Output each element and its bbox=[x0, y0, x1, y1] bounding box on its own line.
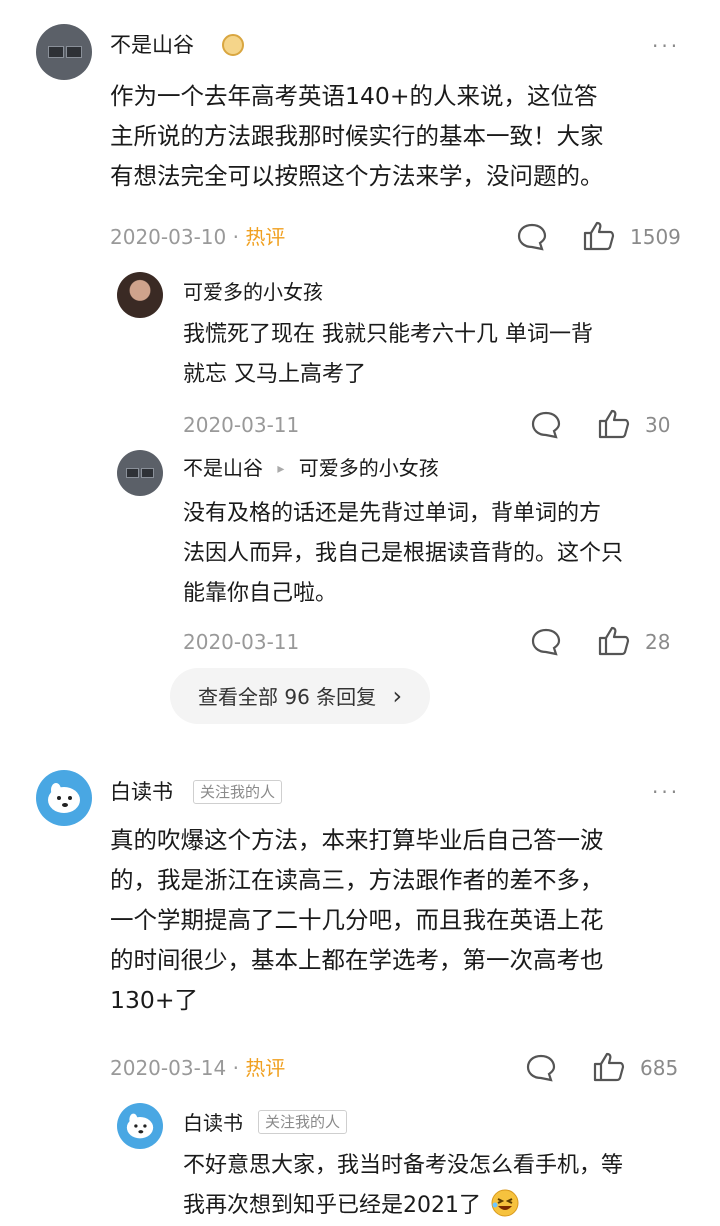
more-icon[interactable]: ··· bbox=[652, 782, 680, 802]
crown-badge-icon bbox=[222, 34, 244, 56]
view-all-replies-button[interactable]: 查看全部 96 条回复 › bbox=[170, 668, 431, 724]
comment-icon[interactable] bbox=[530, 410, 562, 440]
like-count: 30 bbox=[645, 413, 671, 437]
comment-text: 作为一个去年高考英语140+的人来说，这位答 主所说的方法跟我那时候实行的基本一… bbox=[110, 82, 604, 190]
reply-author[interactable]: 可爱多的小女孩 bbox=[183, 279, 323, 305]
laugh-emoji-icon bbox=[491, 1189, 519, 1217]
follow-tag: 关注我的人 bbox=[193, 780, 283, 804]
comment-meta: 2020-03-10 · 热评 bbox=[110, 225, 286, 249]
like-count: 1509 bbox=[630, 225, 681, 249]
reply-date: 2020-03-11 bbox=[183, 413, 300, 437]
like-count: 685 bbox=[640, 1056, 679, 1080]
follow-tag: 关注我的人 bbox=[258, 1110, 348, 1134]
like-icon[interactable] bbox=[597, 408, 631, 440]
like-icon[interactable] bbox=[582, 220, 616, 252]
avatar[interactable] bbox=[117, 450, 163, 496]
comment-author[interactable]: 不是山谷 bbox=[110, 32, 194, 58]
comment-meta: 2020-03-14 · 热评 bbox=[110, 1056, 286, 1080]
like-icon[interactable] bbox=[592, 1051, 626, 1083]
avatar[interactable] bbox=[36, 24, 92, 80]
avatar[interactable] bbox=[117, 1103, 163, 1149]
reply-author[interactable]: 不是山谷 bbox=[183, 456, 263, 480]
avatar[interactable] bbox=[117, 272, 163, 318]
avatar[interactable] bbox=[36, 770, 92, 826]
comment-icon[interactable] bbox=[525, 1053, 557, 1083]
reply-author[interactable]: 白读书 bbox=[183, 1110, 243, 1136]
more-icon[interactable]: ··· bbox=[652, 36, 680, 56]
reply-arrow-icon: ▸ bbox=[277, 461, 285, 477]
dog-avatar-icon bbox=[48, 783, 80, 813]
reply-text: 没有及格的话还是先背过单词，背单词的方 法因人而异，我自己是根据读音背的。这个只… bbox=[183, 501, 624, 606]
comment-date: 2020-03-10 bbox=[110, 225, 227, 249]
hot-label: 热评 bbox=[245, 225, 286, 249]
reply-text: 我慌死了现在 我就只能考六十几 单词一背 就忘 又马上高考了 bbox=[183, 322, 593, 387]
reply-to-user[interactable]: 可爱多的小女孩 bbox=[299, 456, 439, 480]
comment-date: 2020-03-14 bbox=[110, 1056, 227, 1080]
comment-icon[interactable] bbox=[530, 627, 562, 657]
hot-label: 热评 bbox=[245, 1056, 286, 1080]
reply-text: 不好意思大家，我当时备考没怎么看手机，等 我再次想到知乎已经是2021了 bbox=[183, 1153, 624, 1218]
like-count: 28 bbox=[645, 630, 671, 654]
comment-text: 真的吹爆这个方法，本来打算毕业后自己答一波 的，我是浙江在读高三，方法跟作者的差… bbox=[110, 826, 604, 1014]
dog-avatar-icon bbox=[126, 1113, 154, 1139]
comment-icon[interactable] bbox=[516, 222, 548, 252]
chevron-right-icon: › bbox=[392, 682, 403, 710]
reply-author-line: 不是山谷 ▸ 可爱多的小女孩 bbox=[183, 455, 439, 484]
like-icon[interactable] bbox=[597, 625, 631, 657]
reply-date: 2020-03-11 bbox=[183, 630, 300, 654]
comment-author[interactable]: 白读书 bbox=[110, 779, 173, 805]
